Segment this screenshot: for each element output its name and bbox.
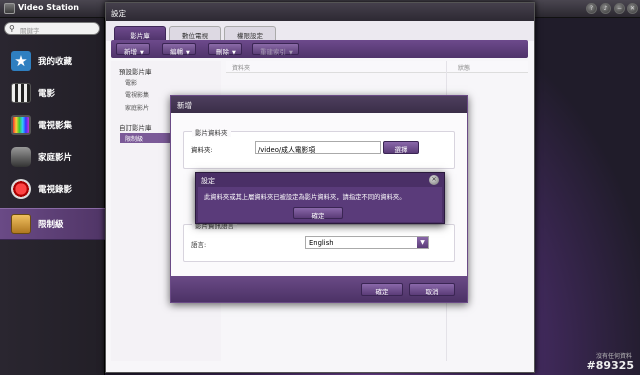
video-station-logo-icon [4, 3, 15, 14]
library-toolbar: 新增 ▼ 編輯 ▼ 刪除 ▼ 重建索引 ▼ [111, 40, 528, 58]
alert-message: 此資料夾或其上層資料夾已被設定為影片資料夾，請指定不同的資料夾。 [204, 194, 406, 201]
sidebar-item-tv-shows[interactable]: 電視影集 [0, 110, 105, 140]
restricted-folder-icon [11, 214, 31, 234]
tv-icon [11, 115, 31, 135]
tab-digital-tv[interactable]: 數位電視 [169, 26, 221, 41]
search-placeholder: 關鍵字 [20, 27, 40, 35]
film-clapper-icon [11, 83, 31, 103]
add-button-label: 新增 [124, 48, 137, 56]
minimize-icon[interactable]: − [614, 3, 625, 14]
language-label: 語言: [191, 241, 207, 249]
chevron-down-icon: ▼ [417, 237, 428, 248]
chevron-down-icon: ▼ [140, 50, 144, 56]
search-icon: ⚲ [9, 24, 15, 33]
rescan-button-label: 重建索引 [260, 48, 286, 56]
record-icon [11, 179, 31, 199]
tab-privileges[interactable]: 權限設定 [224, 26, 276, 41]
column-header-folder[interactable]: 資料夾 [232, 63, 250, 72]
edit-button-label: 編輯 [170, 48, 183, 56]
sidebar-item-label: 電視錄影 [38, 185, 73, 195]
add-button[interactable]: 新增 ▼ [116, 43, 150, 56]
tab-video-library[interactable]: 影片庫 [114, 26, 166, 41]
close-icon[interactable]: ✕ [627, 3, 638, 14]
sidebar-item-restricted[interactable]: 限制級 [0, 208, 105, 240]
folder-label: 資料夾: [191, 146, 213, 154]
sidebar-item-label: 限制級 [38, 220, 64, 230]
watermark: #89325 [586, 359, 635, 372]
audio-icon[interactable]: ♪ [600, 3, 611, 14]
chevron-down-icon: ▼ [232, 50, 236, 56]
dialog-title: 新增 [171, 96, 467, 113]
help-icon[interactable]: ? [586, 3, 597, 14]
delete-button-label: 刪除 [216, 48, 229, 56]
sidebar: ⚲ 關鍵字 ★ 我的收藏 電影 電視影集 家庭影片 電視錄影 限制級 [0, 18, 105, 375]
chevron-down-icon: ▼ [289, 50, 293, 56]
close-icon[interactable]: ✕ [429, 175, 439, 185]
sidebar-item-label: 家庭影片 [38, 153, 73, 163]
folder-legend: 影片資料夾 [192, 127, 231, 137]
folder-path-input[interactable]: /video/成人電影項 [255, 141, 381, 154]
tree-item-movies[interactable]: 電影 [125, 78, 137, 87]
tree-header-custom: 自訂影片庫 [119, 124, 152, 132]
sidebar-item-home-videos[interactable]: 家庭影片 [0, 142, 105, 172]
dialog-footer: 確定 取消 [171, 276, 467, 302]
tree-item-tv-shows[interactable]: 電視影集 [125, 90, 149, 99]
sidebar-item-tv-recordings[interactable]: 電視錄影 [0, 174, 105, 204]
app-title: Video Station [18, 3, 79, 12]
language-select[interactable]: English ▼ [305, 236, 429, 249]
delete-button[interactable]: 刪除 ▼ [208, 43, 242, 56]
alert-body: 此資料夾或其上層資料夾已被設定為影片資料夾，請指定不同的資料夾。 確定 [198, 187, 442, 222]
chevron-down-icon: ▼ [186, 50, 190, 56]
sidebar-item-label: 我的收藏 [38, 57, 73, 67]
cancel-button[interactable]: 取消 [409, 283, 455, 296]
sidebar-item-movies[interactable]: 電影 [0, 78, 105, 108]
camcorder-icon [11, 147, 31, 167]
language-select-value: English [309, 239, 334, 247]
tree-item-home-videos[interactable]: 家庭影片 [125, 103, 149, 112]
rescan-button[interactable]: 重建索引 ▼ [252, 43, 299, 56]
settings-tabs: 影片庫 數位電視 權限設定 [106, 21, 534, 41]
column-header-status[interactable]: 狀態 [458, 63, 470, 72]
alert-ok-button[interactable]: 確定 [293, 207, 343, 220]
sidebar-item-label: 電視影集 [38, 121, 73, 131]
choose-folder-button[interactable]: 選擇 [383, 141, 419, 154]
ok-button[interactable]: 確定 [361, 283, 403, 296]
sidebar-item-favorites[interactable]: ★ 我的收藏 [0, 46, 105, 76]
settings-title: 設定 [106, 3, 534, 21]
star-icon: ★ [11, 51, 31, 71]
sidebar-item-label: 電影 [38, 89, 56, 99]
edit-button[interactable]: 編輯 ▼ [162, 43, 196, 56]
search-input[interactable]: ⚲ 關鍵字 [4, 22, 100, 35]
library-grid-header: 資料夾 狀態 [226, 61, 528, 73]
tree-header-default: 預設影片庫 [119, 68, 152, 76]
error-alert-dialog: 設定 ✕ 此資料夾或其上層資料夾已被設定為影片資料夾，請指定不同的資料夾。 確定 [195, 172, 445, 224]
alert-title: 設定 [201, 177, 215, 185]
